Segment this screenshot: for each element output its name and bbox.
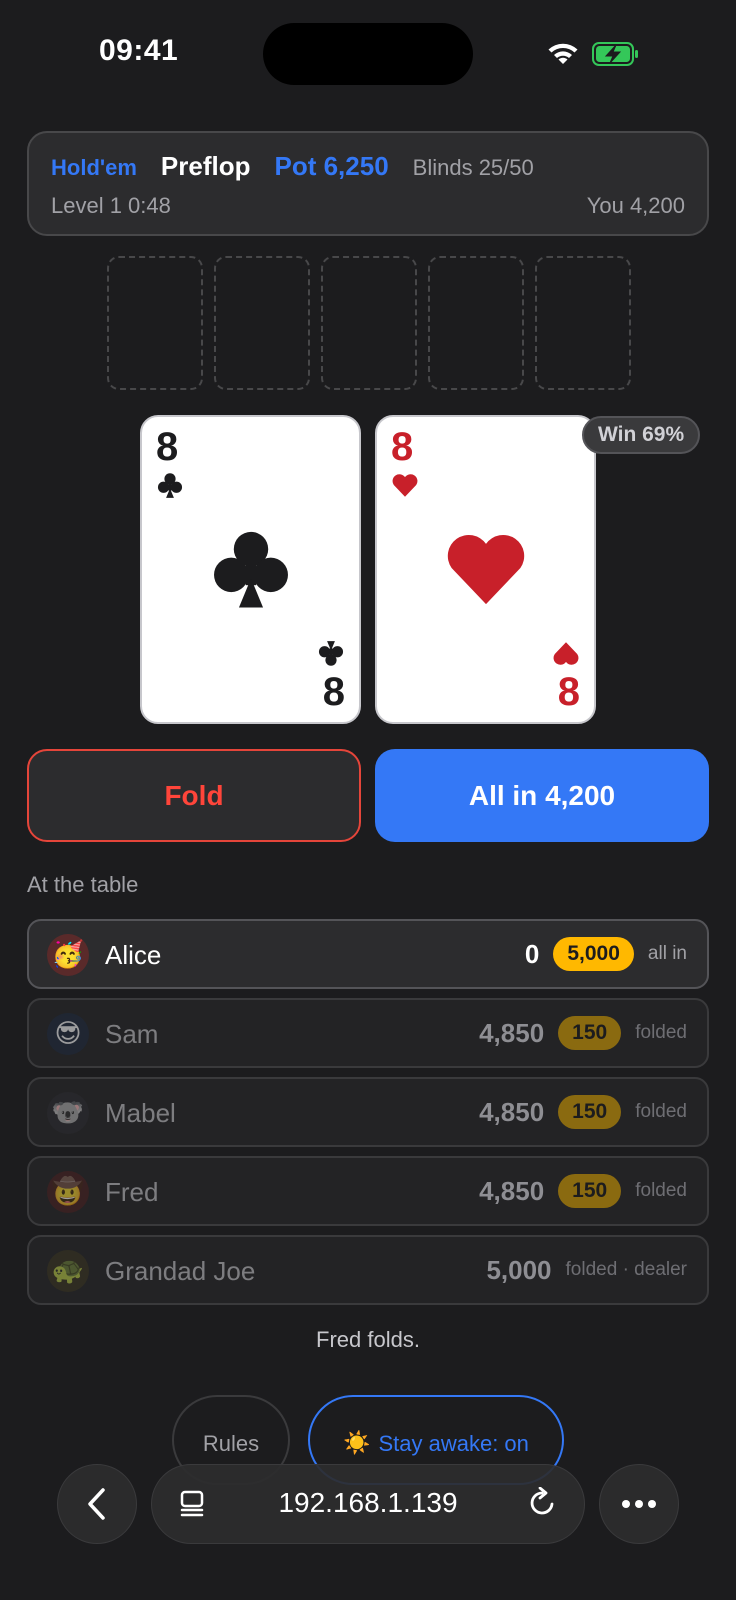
board-slot: [428, 256, 524, 390]
avatar: 🐢: [47, 1250, 89, 1292]
browser-address-bar[interactable]: 192.168.1.139: [151, 1464, 585, 1544]
bet-chip: 150: [558, 1095, 622, 1129]
board-slot: [107, 256, 203, 390]
url-text: 192.168.1.139: [278, 1487, 458, 1518]
card-rank: 8: [557, 670, 580, 714]
game-info-panel: Hold'em Preflop Pot 6,250 Blinds 25/50 L…: [27, 131, 709, 236]
player-name: Mabel: [105, 1098, 176, 1128]
card-rank: 8: [322, 670, 345, 714]
win-probability-badge: Win 69%: [582, 416, 701, 454]
table-section-label: At the table: [27, 872, 139, 897]
hole-card-1: 8 8: [140, 415, 361, 724]
player-row: 🥳 Alice 0 5,000 all in: [27, 919, 709, 989]
level-timer: Level 1 0:48: [51, 193, 171, 218]
pot-amount: Pot 6,250: [274, 151, 389, 181]
street-label: Preflop: [160, 151, 251, 181]
player-row: 😎 Sam 4,850 150 folded: [27, 998, 709, 1068]
avatar: 😎: [47, 1013, 89, 1055]
fold-button[interactable]: Fold: [27, 749, 361, 842]
more-dots-icon: [622, 1500, 656, 1508]
avatar: 🥳: [47, 934, 89, 976]
all-in-button[interactable]: All in 4,200: [375, 749, 709, 842]
club-suit-icon: [157, 473, 183, 498]
player-name: Alice: [105, 940, 162, 970]
board-slot: [321, 256, 417, 390]
chevron-left-icon: [88, 1488, 105, 1520]
club-suit-icon: [214, 531, 288, 608]
battery-charging-icon: [592, 42, 638, 66]
browser-back-button[interactable]: [57, 1464, 137, 1544]
player-name: Sam: [105, 1019, 159, 1049]
browser-more-button[interactable]: [599, 1464, 679, 1544]
player-status: folded: [635, 1022, 687, 1043]
bet-chip: 150: [558, 1016, 622, 1050]
heart-suit-icon: [553, 642, 579, 665]
board-slot: [535, 256, 631, 390]
player-status: folded · dealer: [565, 1259, 687, 1280]
player-status: folded: [635, 1180, 687, 1201]
card-rank: 8: [391, 425, 414, 469]
player-name: Fred: [105, 1177, 159, 1207]
board-slot: [214, 256, 310, 390]
player-status: all in: [647, 943, 687, 964]
player-stack: 4,850: [479, 1017, 545, 1048]
hole-card-2: 8 8: [375, 415, 596, 724]
avatar: 🐨: [47, 1092, 89, 1134]
player-stack: 4,850: [479, 1175, 545, 1206]
player-stack: 4,850: [479, 1096, 545, 1127]
player-name: Grandad Joe: [105, 1256, 256, 1286]
wifi-icon: [548, 43, 578, 64]
heart-suit-icon: [392, 474, 418, 497]
player-row: 🐨 Mabel 4,850 150 folded: [27, 1077, 709, 1147]
dynamic-island: [263, 23, 473, 85]
avatar: 🤠: [47, 1171, 89, 1213]
community-board: [107, 256, 631, 390]
last-action-log: Fred folds.: [316, 1327, 420, 1352]
bet-chip: 5,000: [553, 937, 634, 971]
player-stack: 5,000: [486, 1254, 552, 1285]
club-suit-icon: [318, 641, 344, 666]
your-stack: You 4,200: [586, 193, 685, 218]
player-status: folded: [635, 1101, 687, 1122]
reload-icon[interactable]: [526, 1487, 558, 1519]
bet-chip: 150: [558, 1174, 622, 1208]
game-type: Hold'em: [51, 155, 137, 180]
heart-suit-icon: [447, 534, 525, 605]
card-rank: 8: [156, 425, 179, 469]
status-time: 09:41: [99, 34, 179, 67]
player-row: 🤠 Fred 4,850 150 folded: [27, 1156, 709, 1226]
player-row: 🐢 Grandad Joe 5,000 folded · dealer: [27, 1235, 709, 1305]
blinds-label: Blinds 25/50: [412, 155, 534, 180]
player-stack: 0: [524, 938, 540, 969]
